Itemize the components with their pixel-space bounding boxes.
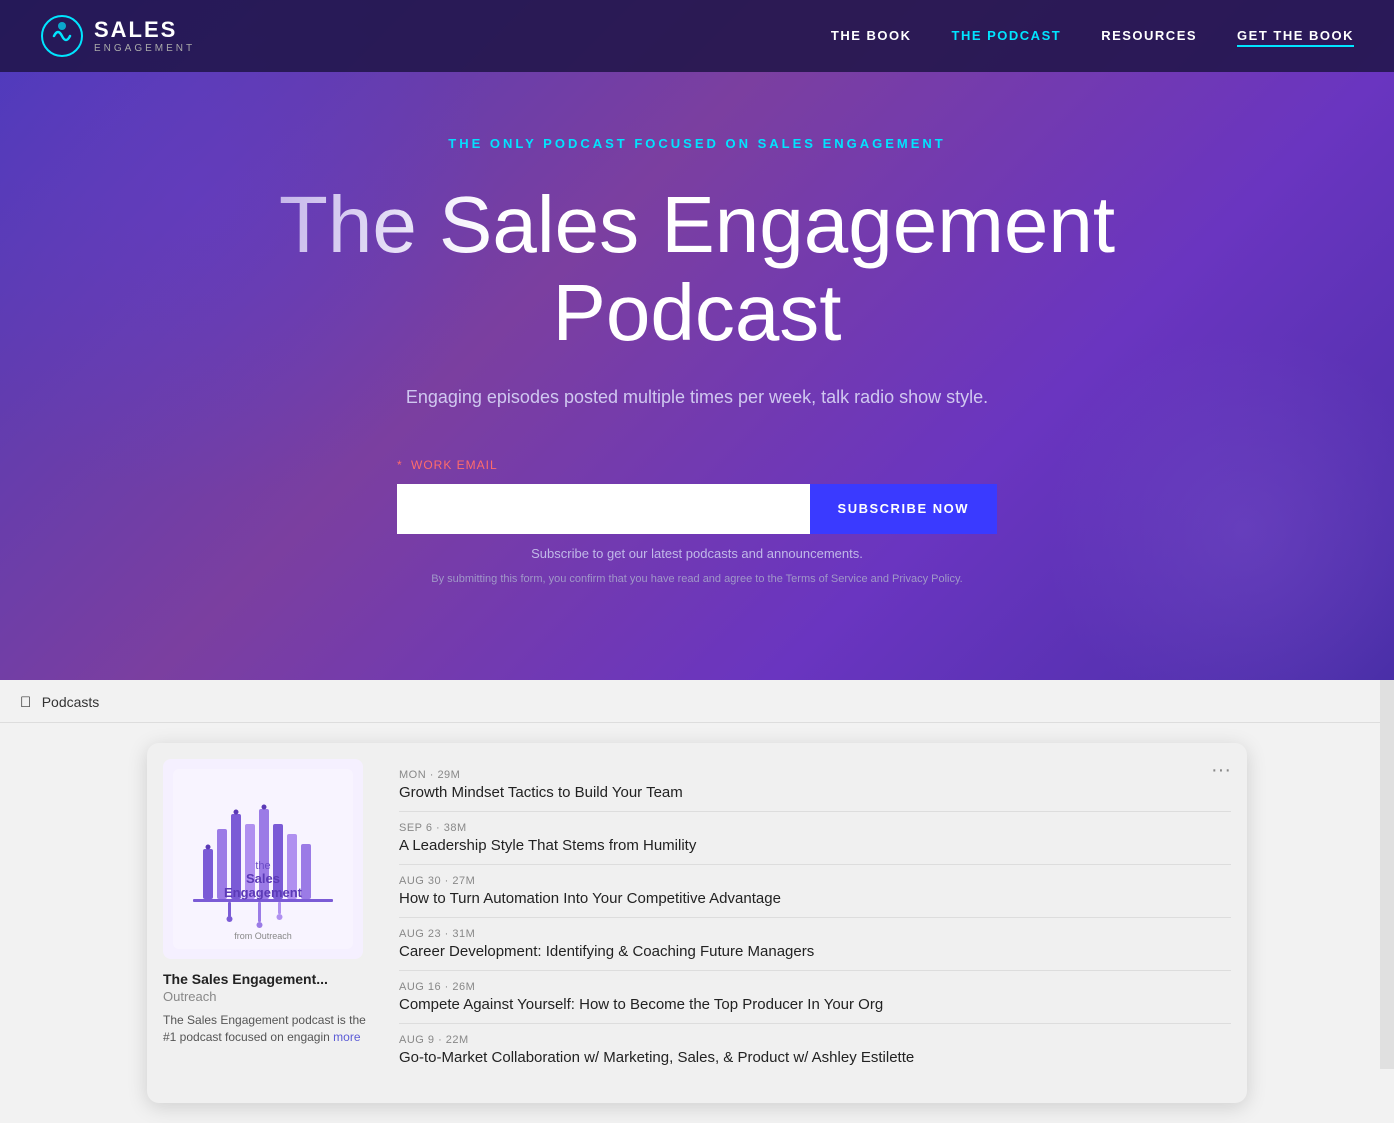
episode-title-4: Compete Against Yourself: How to Become … bbox=[399, 996, 1231, 1013]
logo-sales: SALES bbox=[94, 18, 195, 42]
hero-title-line1: The Sales Engagement bbox=[279, 180, 1115, 269]
episode-title-5: Go-to-Market Collaboration w/ Marketing,… bbox=[399, 1049, 1231, 1066]
apple-icon:  bbox=[20, 694, 31, 711]
episode-title-0: Growth Mindset Tactics to Build Your Tea… bbox=[399, 784, 1231, 801]
nav-resources-link[interactable]: RESOURCES bbox=[1101, 28, 1197, 43]
episode-meta-2: AUG 30 · 27M bbox=[399, 875, 1231, 887]
nav-the-book-link[interactable]: THE BOOK bbox=[831, 28, 912, 43]
episode-meta-0: MON · 29M bbox=[399, 769, 1231, 781]
svg-text:from Outreach: from Outreach bbox=[234, 931, 292, 941]
podcast-cover: the Sales Engagement from Outreach bbox=[163, 759, 363, 959]
podcast-author: Outreach bbox=[163, 989, 367, 1004]
svg-text:Engagement: Engagement bbox=[224, 885, 303, 900]
nav-get-the-book[interactable]: GET THE BOOK bbox=[1237, 27, 1354, 45]
nav-the-podcast[interactable]: THE PODCAST bbox=[952, 27, 1062, 45]
episode-row-1[interactable]: SEP 6 · 38M A Leadership Style That Stem… bbox=[399, 812, 1231, 865]
episode-row-0[interactable]: MON · 29M Growth Mindset Tactics to Buil… bbox=[399, 759, 1231, 812]
cover-art-svg: the Sales Engagement from Outreach bbox=[173, 769, 353, 949]
episode-meta-5: AUG 9 · 22M bbox=[399, 1034, 1231, 1046]
navbar: SALES ENGAGEMENT THE BOOK THE PODCAST RE… bbox=[0, 0, 1394, 72]
dots-menu[interactable]: ··· bbox=[1211, 759, 1231, 782]
episode-row-5[interactable]: AUG 9 · 22M Go-to-Market Collaboration w… bbox=[399, 1024, 1231, 1076]
terms-text: By submitting this form, you confirm tha… bbox=[431, 573, 963, 585]
podcast-widget-header:  Podcasts bbox=[0, 680, 1394, 723]
podcast-description: The Sales Engagement podcast is the #1 p… bbox=[163, 1012, 367, 1046]
episode-title-2: How to Turn Automation Into Your Competi… bbox=[399, 890, 1231, 907]
podcast-header-label: Podcasts bbox=[42, 694, 100, 710]
logo-icon bbox=[40, 14, 84, 58]
podcast-widget: the Sales Engagement from Outreach The S… bbox=[147, 743, 1247, 1103]
nav-get-the-book-link[interactable]: GET THE BOOK bbox=[1237, 28, 1354, 47]
hero-section: THE ONLY PODCAST FOCUSED ON SALES ENGAGE… bbox=[0, 0, 1394, 680]
podcast-name: The Sales Engagement... bbox=[163, 971, 367, 987]
subscribe-button[interactable]: SUBSCRIBE NOW bbox=[810, 484, 997, 534]
email-row: SUBSCRIBE NOW bbox=[397, 484, 997, 534]
podcast-episodes-panel: MON · 29M Growth Mindset Tactics to Buil… bbox=[383, 759, 1231, 1087]
nav-resources[interactable]: RESOURCES bbox=[1101, 27, 1197, 45]
nav-the-podcast-link[interactable]: THE PODCAST bbox=[952, 28, 1062, 43]
nav-the-book[interactable]: THE BOOK bbox=[831, 27, 912, 45]
hero-description: Engaging episodes posted multiple times … bbox=[406, 387, 988, 408]
episode-row-3[interactable]: AUG 23 · 31M Career Development: Identif… bbox=[399, 918, 1231, 971]
logo-engagement: ENGAGEMENT bbox=[94, 43, 195, 54]
podcast-widget-wrapper:  Podcasts bbox=[0, 680, 1394, 1123]
episode-title-1: A Leadership Style That Stems from Humil… bbox=[399, 837, 1231, 854]
subscribe-note: Subscribe to get our latest podcasts and… bbox=[531, 546, 863, 561]
work-email-label: * WORK EMAIL bbox=[397, 458, 502, 472]
episode-meta-3: AUG 23 · 31M bbox=[399, 928, 1231, 940]
hero-subtitle: THE ONLY PODCAST FOCUSED ON SALES ENGAGE… bbox=[448, 136, 946, 151]
episode-title-3: Career Development: Identifying & Coachi… bbox=[399, 943, 1231, 960]
subscribe-form: * WORK EMAIL SUBSCRIBE NOW Subscribe to … bbox=[397, 458, 997, 585]
svg-text:Sales: Sales bbox=[246, 871, 280, 886]
email-input[interactable] bbox=[397, 484, 810, 534]
required-asterisk: * bbox=[397, 458, 403, 472]
episode-row-4[interactable]: AUG 16 · 26M Compete Against Yourself: H… bbox=[399, 971, 1231, 1024]
episode-meta-4: AUG 16 · 26M bbox=[399, 981, 1231, 993]
hero-title: The Sales Engagement Podcast bbox=[279, 181, 1115, 357]
hero-title-line2: Podcast bbox=[552, 268, 841, 357]
podcast-cover-art: the Sales Engagement from Outreach bbox=[163, 759, 363, 959]
episode-row-2[interactable]: AUG 30 · 27M How to Turn Automation Into… bbox=[399, 865, 1231, 918]
logo[interactable]: SALES ENGAGEMENT bbox=[40, 14, 195, 58]
email-label-text: WORK EMAIL bbox=[411, 458, 498, 472]
podcast-left-panel: the Sales Engagement from Outreach The S… bbox=[163, 759, 383, 1087]
podcast-more-link[interactable]: more bbox=[333, 1030, 360, 1044]
episode-meta-1: SEP 6 · 38M bbox=[399, 822, 1231, 834]
nav-links: THE BOOK THE PODCAST RESOURCES GET THE B… bbox=[831, 27, 1354, 45]
subscribe-terms: By submitting this form, you confirm tha… bbox=[431, 573, 963, 585]
